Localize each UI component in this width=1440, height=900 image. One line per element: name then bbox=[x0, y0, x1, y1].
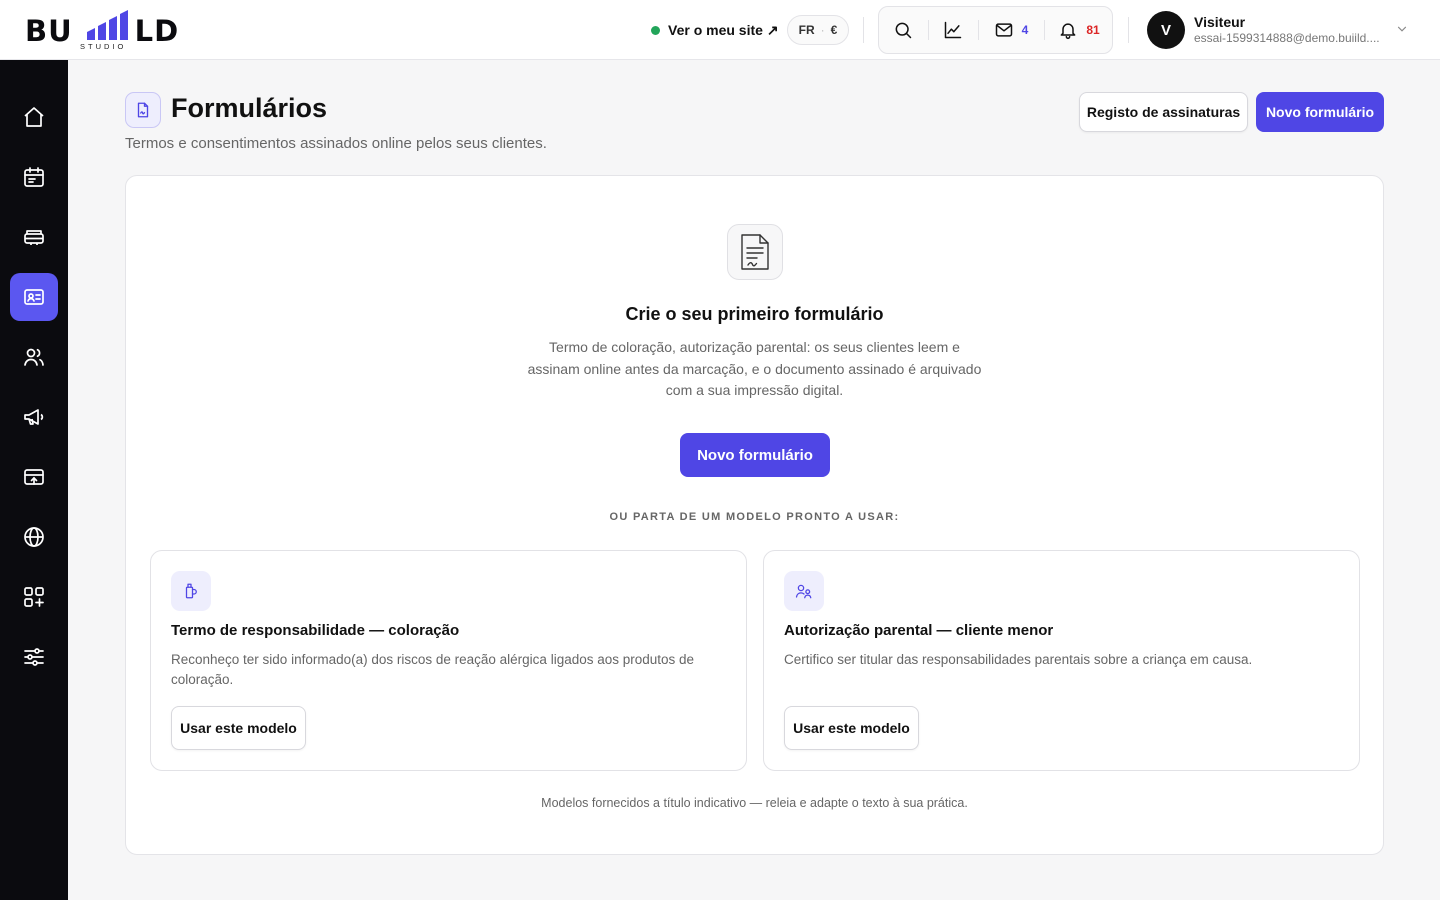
mail-icon bbox=[995, 23, 1012, 37]
sidebar-item-marketing[interactable] bbox=[10, 393, 58, 441]
card-icon bbox=[24, 469, 44, 485]
empty-state-title: Crie o seu primeiro formulário bbox=[625, 304, 884, 324]
language-currency-switch[interactable]: FR · € bbox=[787, 15, 849, 45]
separator-dot: · bbox=[820, 23, 825, 37]
view-site-label: Ver o meu site ↗ bbox=[668, 21, 779, 38]
parent-child-icon bbox=[795, 584, 812, 599]
template-description: Reconheço ter sido informado(a) dos risc… bbox=[171, 652, 695, 687]
sidebar-item-settings[interactable] bbox=[10, 633, 58, 681]
user-menu[interactable]: V Visiteur essai-1599314888@demo.buiild.… bbox=[1147, 10, 1417, 50]
language-code: FR bbox=[798, 23, 815, 37]
sidebar-item-services[interactable] bbox=[10, 213, 58, 261]
sliders-icon bbox=[24, 648, 44, 666]
template-description: Certifico ser titular das responsabilida… bbox=[784, 652, 1253, 667]
template-title: Termo de responsabilidade — coloração bbox=[171, 622, 460, 639]
messages-count: 4 bbox=[1021, 23, 1029, 37]
logo-subline: STUDIO bbox=[80, 42, 127, 51]
sidebar-item-payments[interactable] bbox=[10, 453, 58, 501]
empty-state-icon bbox=[727, 224, 783, 280]
template-card-parental: Autorização parental — cliente menor Cer… bbox=[763, 550, 1360, 771]
top-bar: BU LD STUDIO Ver o meu site ↗ FR · € 4 8… bbox=[0, 0, 1440, 60]
stack-icon bbox=[24, 230, 44, 245]
use-template-button[interactable]: Usar este modelo bbox=[784, 706, 919, 750]
megaphone-icon bbox=[24, 409, 44, 425]
brand-logo[interactable]: BU LD STUDIO bbox=[25, 8, 185, 52]
bell-icon bbox=[1060, 23, 1076, 40]
empty-state-description: Termo de coloração, autorização parental… bbox=[527, 339, 982, 398]
home-icon bbox=[24, 107, 44, 127]
notifications-button[interactable]: 81 bbox=[1045, 7, 1113, 53]
sidebar-item-apps[interactable] bbox=[10, 573, 58, 621]
site-status-dot bbox=[651, 25, 660, 35]
search-button[interactable] bbox=[879, 7, 927, 53]
divider bbox=[863, 17, 864, 43]
sidebar bbox=[0, 60, 68, 900]
stats-button[interactable] bbox=[929, 7, 977, 53]
search-icon bbox=[895, 22, 912, 39]
currency-symbol: € bbox=[830, 23, 838, 37]
messages-button[interactable]: 4 bbox=[979, 7, 1043, 53]
sidebar-item-calendar[interactable] bbox=[10, 153, 58, 201]
logo-bars-icon bbox=[87, 10, 128, 40]
template-icon bbox=[784, 571, 824, 611]
new-form-button[interactable]: Novo formulário bbox=[1256, 92, 1384, 132]
use-template-button[interactable]: Usar este modelo bbox=[171, 706, 306, 750]
signature-log-button[interactable]: Registo de assinaturas bbox=[1079, 92, 1248, 132]
divider bbox=[1128, 17, 1129, 43]
page-subtitle: Termos e consentimentos assinados online… bbox=[125, 135, 547, 152]
user-name: Visiteur bbox=[1194, 14, 1246, 30]
sidebar-item-clients[interactable] bbox=[10, 333, 58, 381]
document-icon bbox=[741, 234, 769, 270]
chevron-down-icon bbox=[1397, 26, 1407, 32]
view-site-link[interactable]: Ver o meu site ↗ bbox=[651, 20, 779, 40]
users-icon bbox=[24, 348, 44, 366]
empty-state-new-form-button[interactable]: Novo formulário bbox=[680, 433, 830, 477]
chart-line-icon bbox=[944, 21, 962, 39]
templates-disclaimer: Modelos fornecidos a título indicativo —… bbox=[541, 796, 968, 810]
avatar: V bbox=[1147, 11, 1185, 49]
template-icon bbox=[171, 571, 211, 611]
templates-section-label: OU PARTA DE UM MODELO PRONTO A USAR: bbox=[609, 511, 900, 523]
document-signature-icon bbox=[137, 102, 149, 118]
sidebar-item-website[interactable] bbox=[10, 513, 58, 561]
template-card-coloring: Termo de responsabilidade — coloração Re… bbox=[150, 550, 747, 771]
forms-empty-card: Crie o seu primeiro formulário Termo de … bbox=[125, 175, 1384, 855]
header-tools: 4 81 bbox=[878, 6, 1113, 54]
dye-bottle-icon bbox=[185, 583, 197, 599]
calendar-icon bbox=[24, 167, 44, 187]
template-title: Autorização parental — cliente menor bbox=[784, 622, 1054, 639]
notifications-count: 81 bbox=[1086, 23, 1100, 37]
apps-add-icon bbox=[24, 587, 44, 607]
sidebar-item-forms[interactable] bbox=[10, 273, 58, 321]
sidebar-item-home[interactable] bbox=[10, 93, 58, 141]
globe-icon bbox=[24, 527, 44, 547]
page-title: Formulários bbox=[171, 93, 328, 123]
page-icon bbox=[125, 92, 161, 128]
id-card-icon bbox=[24, 289, 44, 305]
user-email: essai-1599314888@demo.buiild.... bbox=[1194, 31, 1380, 45]
